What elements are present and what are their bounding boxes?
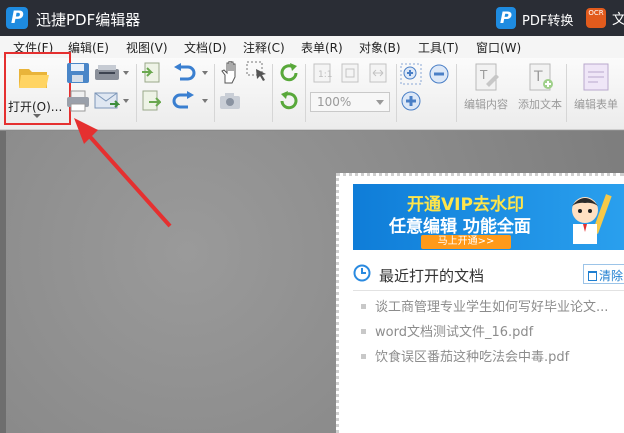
zoom-out-icon[interactable] [428, 63, 450, 85]
zoom-marquee-icon[interactable] [400, 63, 422, 85]
titlebar-trailing-text[interactable]: 文 [612, 9, 624, 29]
svg-text:1:1: 1:1 [318, 70, 332, 80]
insert-page-icon[interactable] [141, 62, 161, 84]
menu-window[interactable]: 窗口(W) [476, 39, 521, 56]
toolbar-separator [456, 64, 457, 122]
edit-form-label: 编辑表单 [574, 98, 618, 111]
edit-form-icon [583, 63, 609, 91]
menu-edit[interactable]: 编辑(E) [68, 39, 109, 56]
pdf-convert-label: PDF转换 [522, 14, 574, 29]
toolbar-separator [305, 64, 306, 122]
actual-size-icon[interactable]: 1:1 [312, 63, 332, 83]
menu-bar: 文件(F) 编辑(E) 视图(V) 文档(D) 注释(C) 表单(R) 对象(B… [0, 36, 624, 58]
undo-dropdown-caret[interactable] [202, 71, 208, 75]
trash-icon [588, 271, 597, 281]
toolbar-separator [396, 64, 397, 122]
zoom-value: 100% [317, 95, 352, 109]
toolbar-separator [272, 64, 273, 122]
scanner-dropdown-caret[interactable] [123, 71, 129, 75]
vip-banner[interactable]: 开通VIP去水印 任意编辑 功能全面 马上开通>> [353, 184, 624, 250]
vip-open-button[interactable]: 马上开通>> [421, 235, 511, 249]
add-text-icon: T [529, 63, 553, 91]
clear-recent-button[interactable]: 清除 [583, 264, 624, 284]
fit-page-icon[interactable] [340, 63, 360, 83]
toolbar-separator [566, 64, 567, 122]
email-dropdown-caret[interactable] [123, 99, 129, 103]
app-logo-icon: P [6, 7, 28, 29]
mascot-icon [572, 194, 612, 244]
select-tool-icon[interactable] [246, 61, 270, 85]
add-text-label: 添加文本 [518, 98, 562, 111]
bullet [361, 329, 366, 334]
redo-dropdown-caret[interactable] [202, 99, 208, 103]
hand-tool-icon[interactable] [219, 61, 241, 85]
snapshot-icon[interactable] [219, 92, 241, 110]
vip-subheadline: 任意编辑 功能全面 [389, 217, 531, 237]
title-bar: P 迅捷PDF编辑器 P PDF转换 OCR 文 [0, 0, 624, 36]
toolbar-separator [214, 64, 215, 122]
fit-width-icon[interactable] [368, 63, 388, 83]
bullet [361, 354, 366, 359]
save-icon[interactable] [66, 62, 90, 84]
menu-document[interactable]: 文档(D) [184, 39, 227, 56]
bullet [361, 304, 366, 309]
rotate-clockwise-icon[interactable] [278, 62, 300, 84]
zoom-dropdown-caret [376, 100, 384, 105]
zoom-in-icon[interactable] [400, 90, 422, 112]
recent-file-item[interactable]: word文档测试文件_16.pdf [361, 321, 533, 340]
app-title: 迅捷PDF编辑器 [36, 11, 141, 29]
edit-content-label: 编辑内容 [464, 98, 508, 111]
menu-form[interactable]: 表单(R) [301, 39, 343, 56]
svg-text:T: T [479, 68, 488, 82]
start-panel: 开通VIP去水印 任意编辑 功能全面 马上开通>> 最近打开的文档 清除 谈工商… [336, 173, 624, 433]
ocr-icon[interactable]: OCR [586, 8, 606, 28]
divider [353, 290, 624, 291]
recent-file-item[interactable]: 谈工商管理专业学生如何写好毕业论文... [361, 296, 608, 315]
annotation-arrow-icon [74, 118, 172, 228]
scanner-icon[interactable] [94, 63, 120, 83]
side-panel-strip [0, 131, 6, 433]
menu-object[interactable]: 对象(B) [359, 39, 401, 56]
clear-label: 清除 [599, 269, 624, 283]
svg-text:T: T [533, 69, 543, 85]
rotate-counterclockwise-icon[interactable] [278, 90, 300, 112]
menu-view[interactable]: 视图(V) [126, 39, 168, 56]
menu-comment[interactable]: 注释(C) [243, 39, 285, 56]
undo-icon[interactable] [172, 62, 196, 84]
edit-content-icon: T [475, 63, 499, 91]
clock-icon [353, 264, 371, 282]
recent-documents-title: 最近打开的文档 [379, 267, 485, 285]
menu-tools[interactable]: 工具(T) [418, 39, 459, 56]
recent-file-item[interactable]: 饮食误区番茄这种吃法会中毒.pdf [361, 346, 569, 365]
pdf-convert-logo-icon: P [496, 7, 516, 29]
zoom-select[interactable]: 100% [310, 92, 390, 112]
